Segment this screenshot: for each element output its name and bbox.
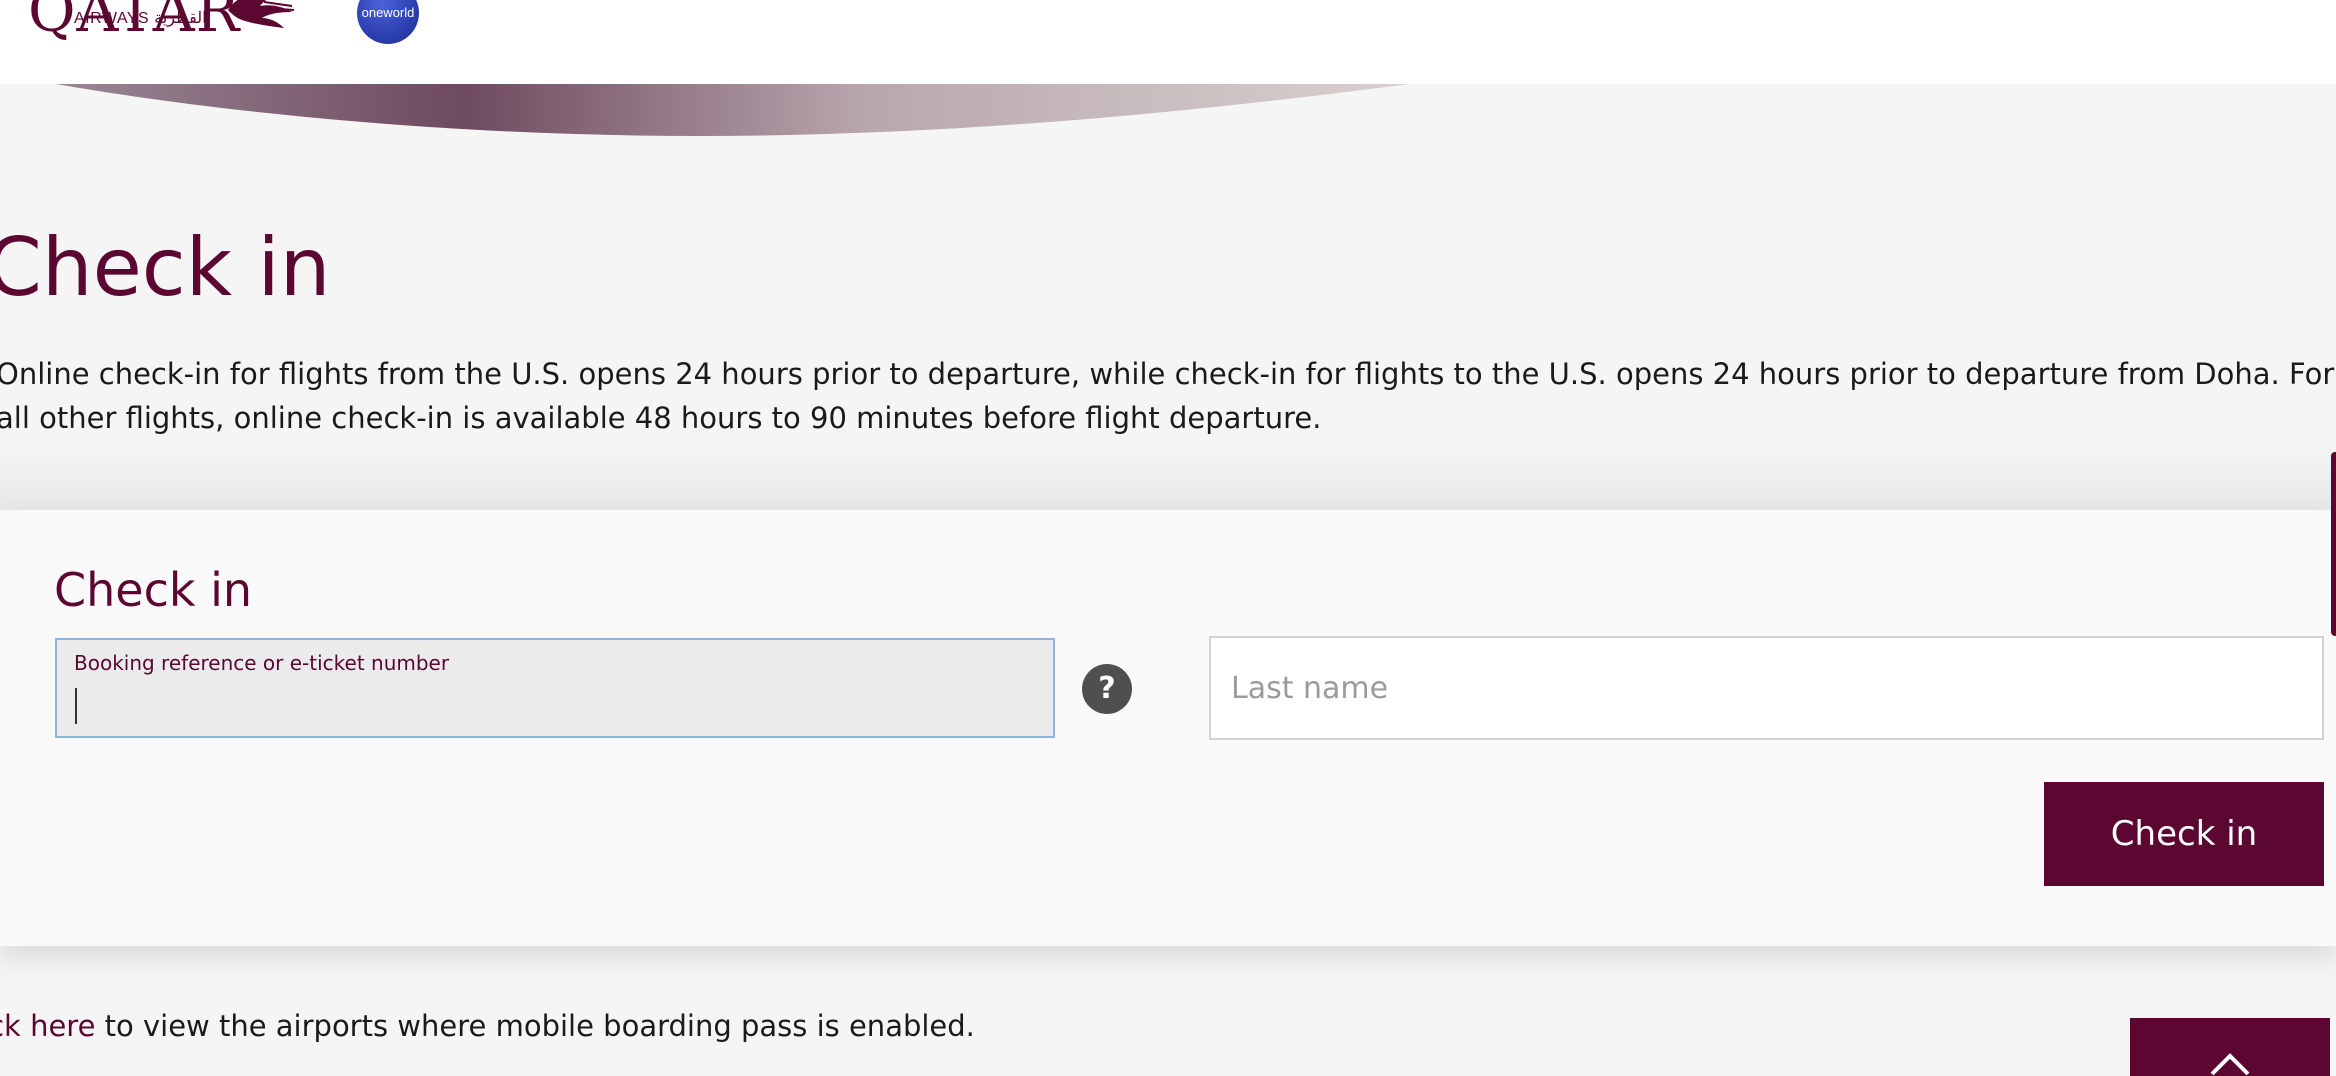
oryx-logo-icon bbox=[228, 0, 295, 28]
qatar-airways-logo[interactable]: QATAR AIRWAYS القطرية bbox=[28, 0, 300, 48]
mobile-boarding-pass-text: lick here to view the airports where mob… bbox=[0, 1004, 975, 1048]
last-name-input[interactable] bbox=[1211, 638, 2322, 738]
hero-image-curve bbox=[56, 84, 1410, 136]
booking-reference-label: Booking reference or e-ticket number bbox=[74, 651, 450, 675]
mobile-boarding-pass-description: to view the airports where mobile boardi… bbox=[95, 1009, 975, 1043]
text-caret bbox=[75, 688, 77, 724]
checkin-form-card: Check in Booking reference or e-ticket n… bbox=[0, 510, 2336, 946]
site-header: QATAR AIRWAYS القطرية oneworld bbox=[0, 0, 2336, 84]
side-feedback-tab[interactable] bbox=[2331, 452, 2336, 636]
last-name-field[interactable] bbox=[1209, 636, 2324, 740]
page: QATAR AIRWAYS القطرية oneworld Check in … bbox=[0, 0, 2336, 1076]
mobile-boarding-pass-link[interactable]: lick here bbox=[0, 1009, 95, 1043]
logo-subtext: AIRWAYS القطرية bbox=[74, 10, 207, 27]
card-top-shadow bbox=[0, 448, 2336, 510]
page-title: Check in bbox=[0, 221, 331, 314]
form-title: Check in bbox=[54, 563, 253, 617]
question-mark-icon[interactable]: ? bbox=[1082, 664, 1132, 714]
checkin-intro-text: Online check-in for flights from the U.S… bbox=[0, 357, 2335, 435]
check-in-button[interactable]: Check in bbox=[2044, 782, 2324, 886]
oneworld-badge[interactable]: oneworld bbox=[357, 0, 419, 44]
chevron-up-icon bbox=[2210, 1053, 2250, 1076]
booking-reference-input[interactable] bbox=[73, 682, 1033, 726]
booking-reference-field[interactable]: Booking reference or e-ticket number bbox=[55, 638, 1055, 738]
back-to-top-button[interactable] bbox=[2130, 1018, 2330, 1076]
